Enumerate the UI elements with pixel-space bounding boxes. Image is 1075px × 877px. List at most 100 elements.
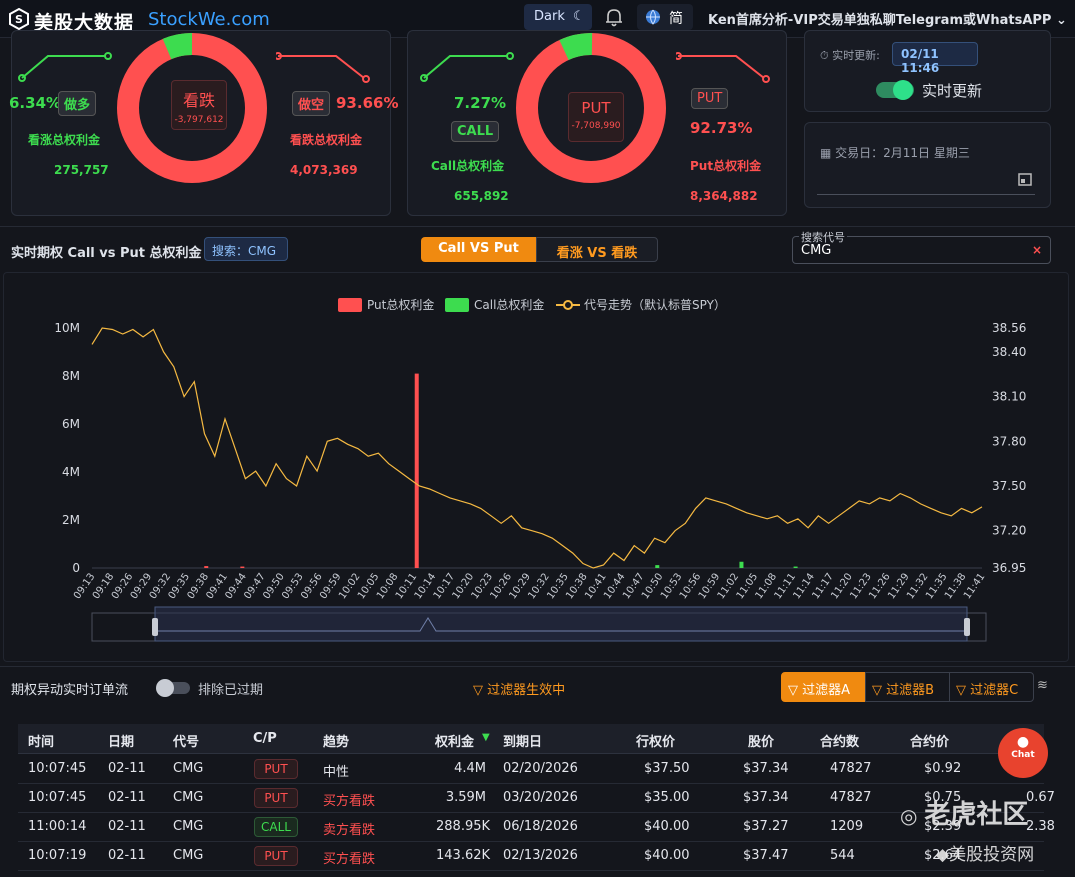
filter-c-button[interactable]: ▽ 过滤器C: [949, 672, 1034, 702]
col-contract-price[interactable]: 合约价: [910, 731, 949, 750]
zoom-slider-window: [154, 606, 968, 642]
col-expiry[interactable]: 到期日: [503, 731, 542, 750]
y-left-tick: 8M: [62, 369, 80, 383]
brand-domain[interactable]: StockWe.com: [148, 9, 270, 30]
y-right-tick: 37.80: [992, 434, 1026, 448]
bear-center-label: 看跌: [182, 91, 215, 110]
divider: [0, 226, 1075, 227]
cell-extra: 2.38: [1026, 819, 1055, 834]
put-premium-value: 8,364,882: [690, 189, 758, 203]
call-bar: [793, 566, 798, 568]
cell-qty: 1209: [830, 819, 864, 834]
cell-date: 02-11: [108, 761, 146, 776]
cell-qty: 47827: [830, 790, 872, 805]
short-tag: 做空: [292, 91, 331, 116]
update-time: 02/11 11:46: [892, 42, 978, 75]
col-premium[interactable]: 权利金: [435, 731, 474, 750]
cell-date: 02-11: [108, 848, 146, 863]
legend-price-marker: [563, 300, 573, 310]
language-switch[interactable]: 简: [637, 4, 693, 30]
col-date[interactable]: 日期: [108, 731, 134, 750]
call-premium-value: 655,892: [454, 189, 509, 203]
cell-qty: 47827: [830, 761, 872, 776]
col-symbol[interactable]: 代号: [173, 731, 199, 750]
col-strike[interactable]: 行权价: [636, 731, 675, 750]
filter-b-button[interactable]: ▽ 过滤器B: [865, 672, 950, 702]
col-stock-price[interactable]: 股价: [748, 731, 774, 750]
tradeday-underline: [817, 194, 1035, 195]
divider: [0, 666, 1075, 667]
tradeday-field[interactable]: ▦ 交易日：2月11日 星期三: [820, 144, 970, 161]
symbol-search-input[interactable]: 搜索代号 CMG ×: [792, 229, 1051, 264]
tradeday-panel: [804, 122, 1051, 208]
cp-badge: CALL: [254, 817, 298, 837]
y-left-tick: 6M: [62, 417, 80, 431]
chat-button[interactable]: ● Chat: [998, 728, 1048, 778]
table-row[interactable]: 10:07:45 02-11 CMG 中性 02/20/2026 $37.50 $37.34…: [18, 755, 1044, 784]
search-tag: 搜索：CMG: [204, 237, 288, 261]
tab-bull-vs-bear[interactable]: 看涨 VS 看跌: [536, 237, 658, 262]
zoom-handle-right: [964, 618, 970, 636]
toggle-knob: [156, 679, 174, 697]
calendar-icon: ▦: [820, 146, 836, 160]
bell-icon[interactable]: [603, 6, 625, 28]
bear-percent: 93.66%: [336, 94, 399, 112]
filter-icon: ▽: [473, 683, 488, 698]
col-cp[interactable]: C/P: [253, 731, 277, 746]
filter-a-button[interactable]: ▽ 过滤器A: [781, 672, 866, 702]
bull-percent: 6.34%: [9, 94, 62, 112]
cell-exp: 03/20/2026: [503, 790, 578, 805]
col-contracts[interactable]: 合约数: [820, 731, 859, 750]
search-input-value: CMG: [801, 243, 832, 258]
cell-premium: 288.95K: [436, 819, 491, 834]
realtime-toggle[interactable]: [876, 80, 914, 100]
exclude-expired-toggle[interactable]: [156, 679, 190, 697]
y-left-tick: 0: [72, 561, 80, 575]
cell-exp: 06/18/2026: [503, 819, 578, 834]
call-tag: CALL: [451, 121, 500, 142]
cell-cprice: $0.92: [924, 761, 962, 776]
settings-sliders-icon[interactable]: ≋: [1037, 678, 1048, 693]
bear-center-box: 看跌 -3,797,612: [171, 80, 227, 130]
cell-time: 10:07:19: [28, 848, 87, 863]
cell-time: 10:07:45: [28, 761, 87, 776]
col-trend[interactable]: 趋势: [323, 731, 349, 750]
tiger-icon: ◎: [900, 804, 925, 828]
cell-date: 02-11: [108, 790, 146, 805]
date-picker-icon[interactable]: [1017, 171, 1033, 187]
dark-mode-toggle[interactable]: Dark ☾: [524, 4, 592, 30]
table-row[interactable]: 11:00:14 02-11 CMG 卖方看跌 06/18/2026 $40.00 $37.…: [18, 813, 1055, 842]
cell-trend: 卖方看跌: [323, 823, 376, 838]
col-time[interactable]: 时间: [28, 731, 54, 750]
watermark-line2: ◆美股投资网: [936, 840, 1034, 865]
y-right-tick: 36.95: [992, 561, 1026, 575]
cell-extra: 0.67: [1026, 790, 1055, 805]
put-center-label: PUT: [581, 99, 611, 117]
call-trend-icon: [420, 52, 514, 82]
put-tag: PUT: [691, 88, 729, 109]
sort-desc-icon[interactable]: ▼: [482, 732, 490, 743]
cell-qty: 544: [830, 848, 855, 863]
cell-premium: 3.59M: [445, 790, 486, 805]
y-left-tick: 10M: [54, 321, 80, 335]
cell-time: 11:00:14: [28, 819, 87, 834]
down-trend-icon: [276, 52, 370, 83]
cell-trend: 买方看跌: [323, 794, 376, 809]
call-percent: 7.27%: [454, 94, 507, 112]
tab-call-vs-put[interactable]: Call VS Put: [421, 237, 536, 262]
table-row[interactable]: 10:07:45 02-11 CMG 买方看跌 03/20/2026 $35.00 $37.…: [18, 784, 1055, 813]
cell-date: 02-11: [108, 819, 146, 834]
orderflow-title: 期权异动实时订单流: [11, 683, 129, 698]
promo-link[interactable]: Ken首席分析-VIP交易单独私聊Telegram或WhatsAPP ⌄: [708, 9, 1067, 28]
clear-icon[interactable]: ×: [1032, 243, 1042, 257]
filter-status-text: 过滤器生效中: [487, 683, 566, 698]
y-right-tick: 38.40: [992, 345, 1026, 359]
watermark-line1: ◎ 老虎社区: [900, 794, 1028, 831]
cp-badge: PUT: [254, 759, 298, 779]
price-line: [91, 327, 983, 569]
filter-icon: ▽: [956, 683, 971, 698]
call-bar: [739, 561, 744, 568]
logo-icon: S: [9, 8, 29, 30]
table-row[interactable]: 10:07:19 02-11 CMG 买方看跌 02/13/2026 $40.00 $37.…: [18, 842, 1044, 871]
cell-px: $37.34: [743, 790, 789, 805]
